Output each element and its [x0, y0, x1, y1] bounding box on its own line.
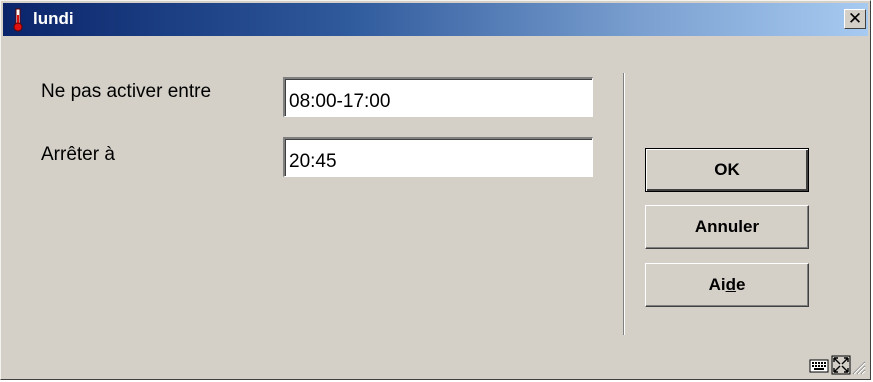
- cancel-button-label: Annuler: [694, 217, 760, 236]
- help-label-mnemonic: d: [725, 275, 736, 294]
- help-label-post: e: [735, 275, 746, 294]
- stop-at-input[interactable]: [283, 137, 593, 177]
- thermometer-icon: [13, 8, 23, 32]
- keyboard-icon[interactable]: [809, 355, 829, 375]
- help-button-label: Aide: [709, 275, 746, 295]
- resize-grip-icon[interactable]: [850, 359, 866, 375]
- help-button[interactable]: Aide: [645, 263, 809, 307]
- dialog-window: lundi ✕ Ne pas activer entre Arrêter à O…: [0, 0, 871, 380]
- close-icon: ✕: [847, 9, 863, 28]
- ok-button-label: OK: [714, 160, 740, 179]
- fullscreen-icon[interactable]: [831, 355, 851, 375]
- help-label-pre: Ai: [708, 275, 726, 294]
- vertical-divider: [623, 73, 625, 335]
- close-button[interactable]: ✕: [844, 9, 866, 29]
- title-bar[interactable]: lundi ✕: [3, 3, 868, 36]
- cancel-button[interactable]: Annuler: [645, 205, 809, 249]
- stop-at-label: Arrêter à: [41, 144, 115, 165]
- no-activate-input[interactable]: [283, 77, 593, 117]
- ok-button[interactable]: OK: [645, 148, 809, 192]
- window-title: lundi: [33, 9, 74, 28]
- no-activate-label: Ne pas activer entre: [41, 81, 212, 102]
